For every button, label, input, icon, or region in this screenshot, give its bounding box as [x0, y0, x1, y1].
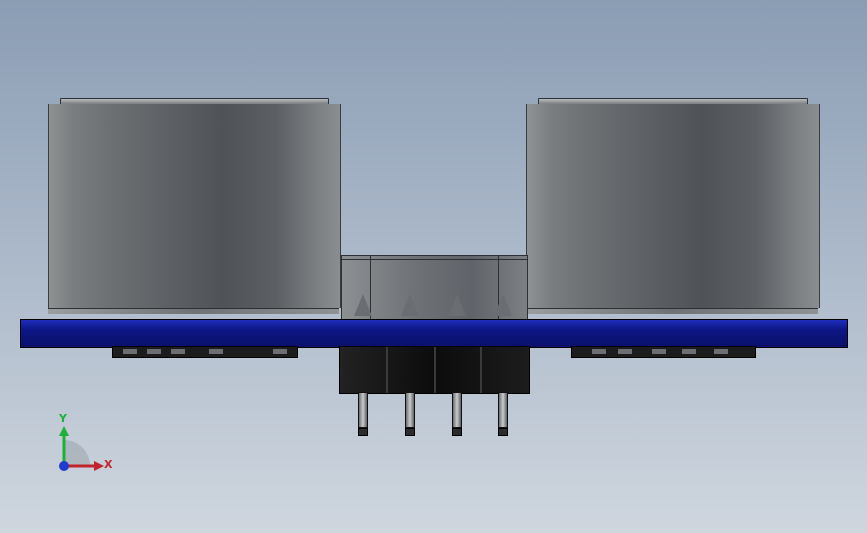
- pin-cone: [448, 294, 466, 316]
- smd-pad: [273, 349, 287, 354]
- header-divider: [480, 347, 482, 393]
- lead-pin-2[interactable]: [405, 392, 415, 436]
- header-divider: [386, 347, 388, 393]
- smd-pad: [592, 349, 606, 354]
- left-smd-components: [112, 346, 298, 358]
- pcb-board[interactable]: [20, 319, 848, 348]
- smd-pad: [714, 349, 728, 354]
- pin-solder-3: [448, 294, 466, 316]
- pin-solder-1: [354, 294, 372, 316]
- lead-pin-1[interactable]: [358, 392, 368, 436]
- lead-shaft: [358, 392, 368, 428]
- pin-cone: [401, 294, 419, 316]
- lead-tip: [452, 428, 462, 436]
- y-axis-label: Y: [59, 412, 67, 425]
- smd-pad: [618, 349, 632, 354]
- lead-shaft: [405, 392, 415, 428]
- smd-pad: [652, 349, 666, 354]
- y-axis-arrow: [59, 426, 69, 436]
- lead-tip: [358, 428, 368, 436]
- lead-pin-4[interactable]: [498, 392, 508, 436]
- left-transducer-base: [48, 308, 339, 314]
- right-transducer-body: [526, 104, 820, 308]
- smd-pad: [682, 349, 696, 354]
- x-axis-arrow: [94, 461, 104, 471]
- lead-shaft: [452, 392, 462, 428]
- lead-tip: [498, 428, 508, 436]
- pin-cone: [494, 294, 512, 316]
- smd-pad: [147, 349, 161, 354]
- right-smd-components: [571, 346, 756, 358]
- right-transducer[interactable]: [526, 98, 820, 320]
- pin-solder-2: [401, 294, 419, 316]
- pin-header-housing[interactable]: [339, 346, 530, 394]
- triad-arc: [64, 440, 90, 466]
- coordinate-triad[interactable]: Y X: [50, 412, 120, 478]
- smd-pad: [209, 349, 223, 354]
- lead-shaft: [498, 392, 508, 428]
- pin-solder-4: [494, 294, 512, 316]
- right-transducer-base: [526, 308, 818, 314]
- left-transducer-body: [48, 104, 341, 308]
- header-divider: [434, 347, 436, 393]
- lead-tip: [405, 428, 415, 436]
- smd-pad: [171, 349, 185, 354]
- left-transducer[interactable]: [48, 98, 341, 320]
- pin-cone: [354, 294, 372, 316]
- housing-top-line: [342, 259, 527, 260]
- lead-pin-3[interactable]: [452, 392, 462, 436]
- x-axis-label: X: [104, 458, 113, 471]
- z-axis-dot: [59, 461, 69, 471]
- smd-pad: [123, 349, 137, 354]
